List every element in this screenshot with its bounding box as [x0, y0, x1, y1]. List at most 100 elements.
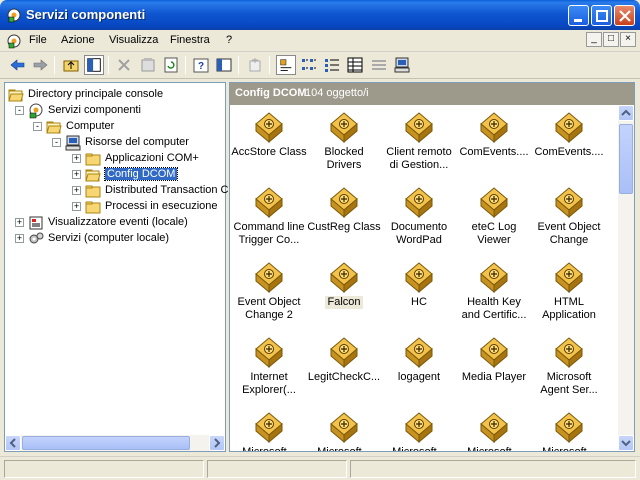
- collapse-icon[interactable]: -: [33, 122, 42, 131]
- show-hide-tree-icon[interactable]: [84, 55, 104, 75]
- dcom-object-label: Event Object Change 2: [237, 296, 301, 321]
- properties-icon[interactable]: [138, 55, 158, 75]
- dcom-object-item[interactable]: Microsoft...: [456, 411, 532, 451]
- window-title: Servizi componenti: [26, 7, 146, 22]
- tree-item[interactable]: - Computer: [5, 119, 225, 135]
- menu-finestra[interactable]: Finestra: [170, 34, 210, 46]
- tree-item-label: Distributed Transaction C: [105, 184, 229, 196]
- folder-open-icon: [46, 121, 62, 134]
- tree-item-label: Applicazioni COM+: [105, 152, 199, 164]
- mdi-minimize-button[interactable]: _: [586, 32, 602, 47]
- dcom-object-item[interactable]: Internet Explorer(...: [231, 336, 307, 397]
- tree-item[interactable]: + Applicazioni COM+: [5, 151, 225, 167]
- details-pane[interactable]: Config DCOM 104 oggetto/i AccStore Class…: [229, 82, 635, 452]
- scroll-right-arrow-icon: [214, 438, 221, 448]
- scroll-left-button[interactable]: [5, 435, 21, 451]
- dcom-object-label: ComEvents....: [534, 146, 604, 158]
- dcom-object-item[interactable]: Event Object Change 2: [231, 261, 307, 322]
- scroll-right-button[interactable]: [209, 435, 225, 451]
- dcom-object-item[interactable]: Microsoft...: [531, 411, 607, 451]
- title-bar[interactable]: Servizi componenti: [0, 0, 640, 30]
- scroll-thumb[interactable]: [619, 124, 633, 194]
- expand-icon[interactable]: +: [15, 218, 24, 227]
- tree-item[interactable]: + Distributed Transaction C: [5, 183, 229, 199]
- tree-item[interactable]: - Servizi componenti: [5, 103, 225, 119]
- tree-pane[interactable]: Directory principale console - Servizi com…: [4, 82, 229, 452]
- help-icon[interactable]: ?: [191, 55, 211, 75]
- scroll-down-button[interactable]: [618, 435, 634, 451]
- tree-item-label: Config DCOM: [103, 167, 179, 181]
- expand-icon[interactable]: +: [72, 170, 81, 179]
- collapse-icon[interactable]: -: [52, 138, 61, 147]
- new-window-icon[interactable]: [245, 55, 265, 75]
- dcom-object-item[interactable]: AccStore Class: [231, 111, 307, 159]
- expand-icon[interactable]: +: [15, 234, 24, 243]
- dcom-object-item[interactable]: HTML Application: [531, 261, 607, 322]
- dcom-object-item[interactable]: Blocked Drivers: [306, 111, 382, 172]
- mdi-close-button[interactable]: ×: [620, 32, 636, 47]
- dcom-object-item[interactable]: CustReg Class: [306, 186, 382, 234]
- scroll-up-button[interactable]: [618, 105, 634, 121]
- forward-arrow-icon[interactable]: [30, 55, 50, 75]
- dcom-object-item[interactable]: ComEvents....: [456, 111, 532, 159]
- tree-item[interactable]: + Visualizzatore eventi (locale): [5, 215, 225, 231]
- dcom-component-icon: [555, 412, 583, 443]
- dcom-object-item[interactable]: ComEvents....: [531, 111, 607, 159]
- minimize-button[interactable]: [568, 5, 589, 26]
- horizontal-scrollbar[interactable]: [5, 435, 225, 451]
- dcom-config-icon[interactable]: [369, 55, 389, 75]
- back-arrow-icon[interactable]: [8, 55, 28, 75]
- tree-item[interactable]: + Processi in esecuzione: [5, 199, 225, 215]
- refresh-icon[interactable]: [161, 55, 181, 75]
- dcom-object-item[interactable]: eteC Log Viewer: [456, 186, 532, 247]
- large-icons-view-icon[interactable]: [276, 55, 296, 75]
- menu-visualizza[interactable]: Visualizza: [109, 34, 158, 46]
- app-menu-icon[interactable]: [6, 33, 22, 49]
- tree-item[interactable]: + Servizi (computer locale): [5, 231, 225, 247]
- status-segment: [350, 460, 636, 478]
- dcom-object-item[interactable]: Falcon: [306, 261, 382, 309]
- dcom-object-item[interactable]: LegitCheckC...: [306, 336, 382, 384]
- expand-icon[interactable]: +: [72, 186, 81, 195]
- tree-item-label: Processi in esecuzione: [105, 200, 218, 212]
- close-button[interactable]: [614, 5, 635, 26]
- dcom-object-item[interactable]: Command line Trigger Co...: [231, 186, 307, 247]
- collapse-icon[interactable]: -: [15, 106, 24, 115]
- menu-help[interactable]: ?: [226, 34, 232, 46]
- menu-azione[interactable]: Azione: [61, 34, 95, 46]
- delete-icon[interactable]: [114, 55, 134, 75]
- vertical-scrollbar[interactable]: [618, 105, 634, 451]
- tree-item[interactable]: - Risorse del computer: [5, 135, 225, 151]
- dcom-object-item[interactable]: Client remoto di Gestion...: [381, 111, 457, 172]
- export-list-icon[interactable]: [214, 55, 234, 75]
- dcom-object-label: HTML Application: [542, 296, 596, 321]
- dcom-object-item[interactable]: Microsoft...: [306, 411, 382, 451]
- dcom-object-item[interactable]: Microsoft Agent Ser...: [531, 336, 607, 397]
- expand-icon[interactable]: +: [72, 154, 81, 163]
- dcom-object-label: Media Player: [461, 371, 527, 383]
- dcom-object-label: Event Object Change: [537, 221, 601, 246]
- dcom-object-item[interactable]: Microsoft...: [381, 411, 457, 451]
- dcom-object-item[interactable]: Media Player: [456, 336, 532, 384]
- dcom-object-label: AccStore Class: [231, 146, 307, 158]
- dcom-object-item[interactable]: Event Object Change: [531, 186, 607, 247]
- computer-icon[interactable]: [392, 55, 412, 75]
- dcom-object-item[interactable]: Documento WordPad: [381, 186, 457, 247]
- small-icons-view-icon[interactable]: [299, 55, 319, 75]
- expand-icon[interactable]: +: [72, 202, 81, 211]
- details-view-icon[interactable]: [345, 55, 365, 75]
- dcom-object-item[interactable]: Health Key and Certific...: [456, 261, 532, 322]
- tree-item[interactable]: + Config DCOM: [5, 167, 225, 183]
- maximize-button[interactable]: [591, 5, 612, 26]
- scroll-thumb[interactable]: [22, 436, 190, 450]
- dcom-component-icon: [555, 112, 583, 143]
- maximize-icon: [596, 10, 608, 22]
- list-view-icon[interactable]: [322, 55, 342, 75]
- dcom-object-item[interactable]: HC: [381, 261, 457, 309]
- dcom-object-item[interactable]: logagent: [381, 336, 457, 384]
- up-folder-icon[interactable]: [61, 55, 81, 75]
- mdi-restore-button[interactable]: □: [603, 32, 619, 47]
- tree-item[interactable]: Directory principale console: [5, 87, 225, 103]
- menu-file[interactable]: File: [29, 34, 47, 46]
- dcom-object-item[interactable]: Microsoft...: [231, 411, 307, 451]
